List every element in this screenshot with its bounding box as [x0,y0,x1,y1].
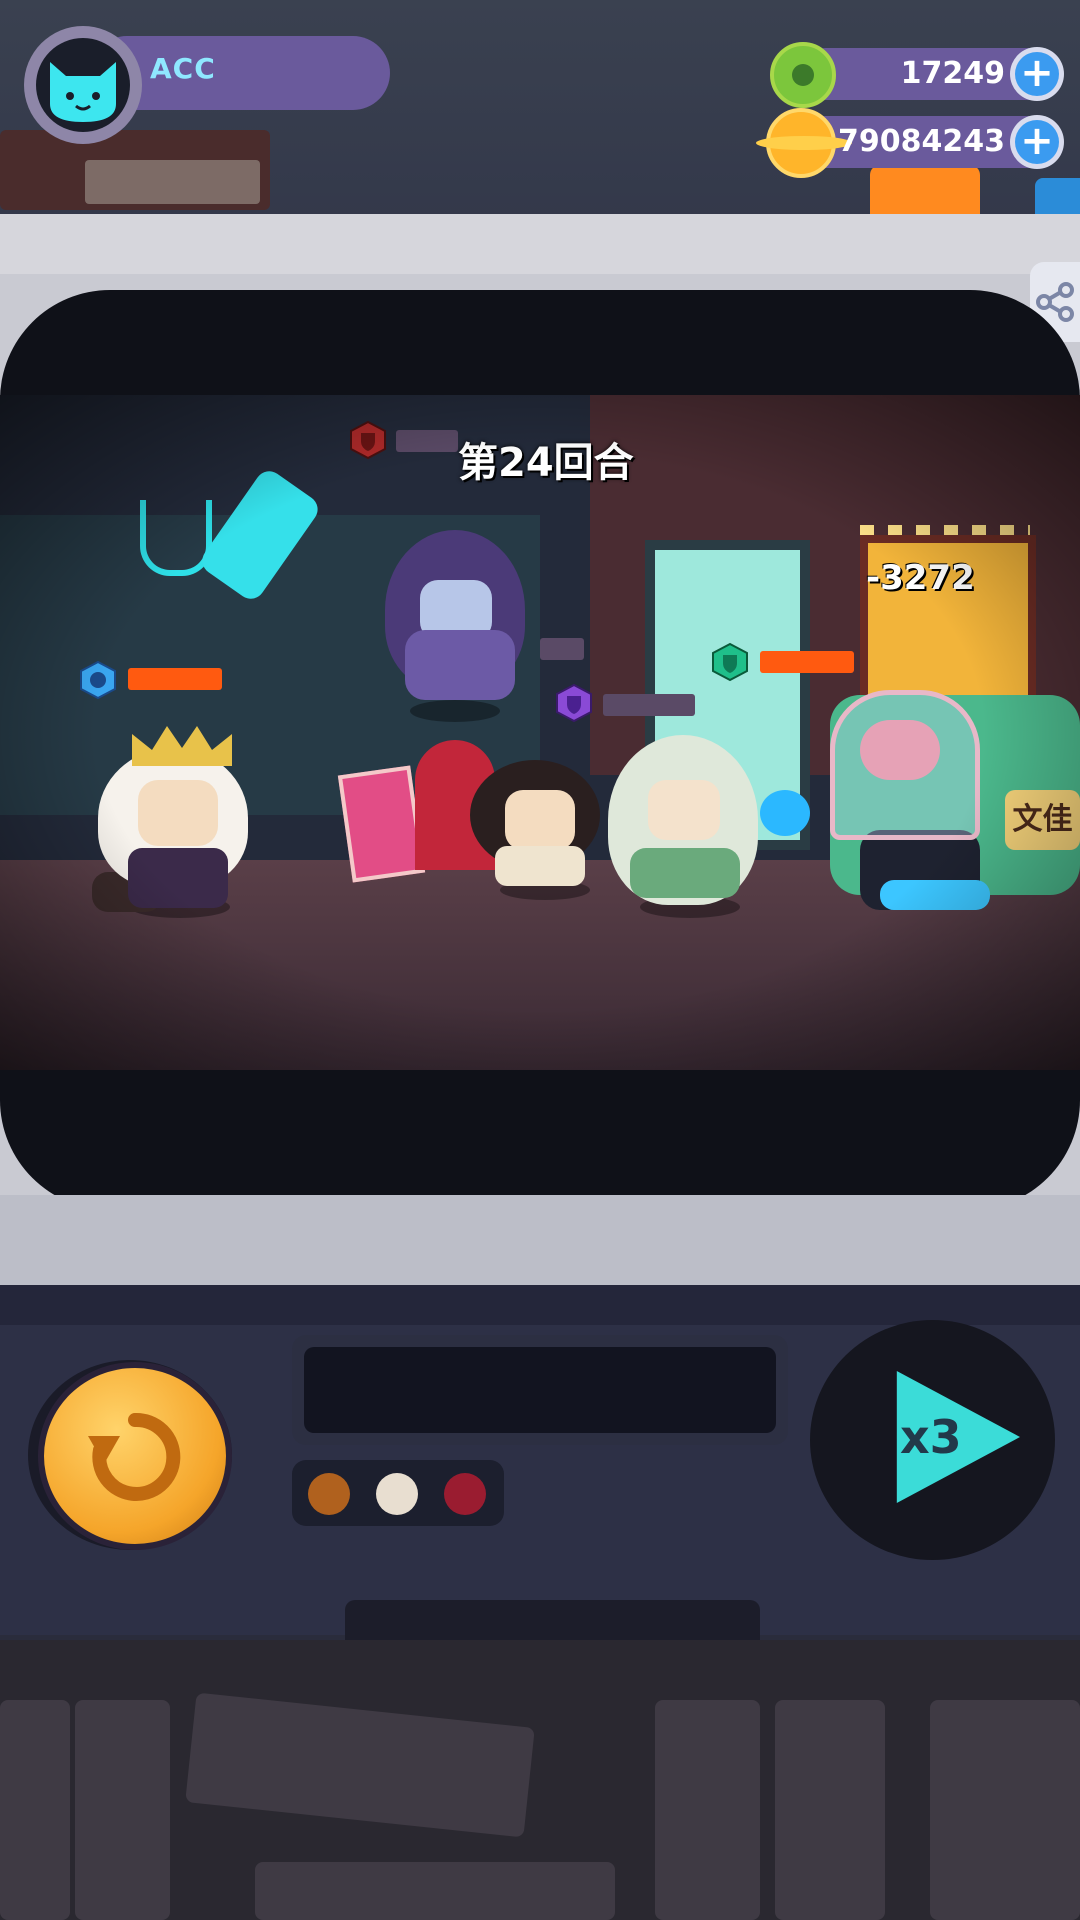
drawer [775,1700,885,1920]
drawer [0,1700,70,1920]
antler-face [648,780,720,840]
cat-face-icon [50,62,116,122]
neon-glass-sign [140,500,212,576]
laurel-face [505,790,575,850]
hp-bar [760,651,854,673]
lcd-display [292,1335,788,1445]
slime-projectile [760,790,810,836]
laurel-body [495,846,585,886]
king-body [128,848,228,908]
replay-button[interactable] [38,1362,232,1550]
monitor-base [0,1195,1080,1285]
shield-badge-icon [556,683,592,723]
monitor-top [0,214,1080,274]
round-counter: 第24回合 [458,440,634,486]
antler-body [630,848,740,898]
drawer [655,1700,760,1920]
pink-poster [337,765,426,883]
damage-popup: -3272 [866,558,975,598]
coin-value: 79084243 [838,124,1005,159]
avatar[interactable] [36,38,130,132]
player-name: ACC [150,52,216,85]
shield-badge-icon [350,420,386,460]
gear-badge-icon [80,660,116,700]
shield-badge-icon [712,642,748,682]
plus-icon: + [1015,52,1059,96]
indicator-light-orange [308,1473,350,1515]
indicator-light-white [376,1473,418,1515]
plus-icon: + [1015,120,1059,164]
hp-bar [396,430,458,452]
console-step [345,1600,760,1640]
brain-icon [860,720,940,780]
lcd-screen [304,1347,776,1433]
speed-button[interactable]: x3 [900,1410,962,1464]
indicator-light-red [444,1473,486,1515]
add-coins-button[interactable]: + [1010,115,1064,169]
bag-tag: 文佳 [1005,790,1080,850]
unit-shadow [410,700,500,722]
ghost-body [405,630,515,700]
drawer [255,1862,615,1920]
indicator-lights [292,1460,504,1526]
hp-bar [128,668,222,690]
console-top-edge [0,1285,1080,1325]
drawer [75,1700,170,1920]
replay-icon [88,1412,181,1501]
blue-light [1035,178,1080,218]
slime-puddle [880,880,990,910]
hp-bar [603,694,695,716]
siren-light [870,165,980,215]
king-face [138,780,218,846]
drawer [930,1700,1080,1920]
shelf-label [85,160,260,204]
add-gems-button[interactable]: + [1010,47,1064,101]
hp-bar [540,638,584,660]
gem-value: 17249 [900,56,1005,91]
